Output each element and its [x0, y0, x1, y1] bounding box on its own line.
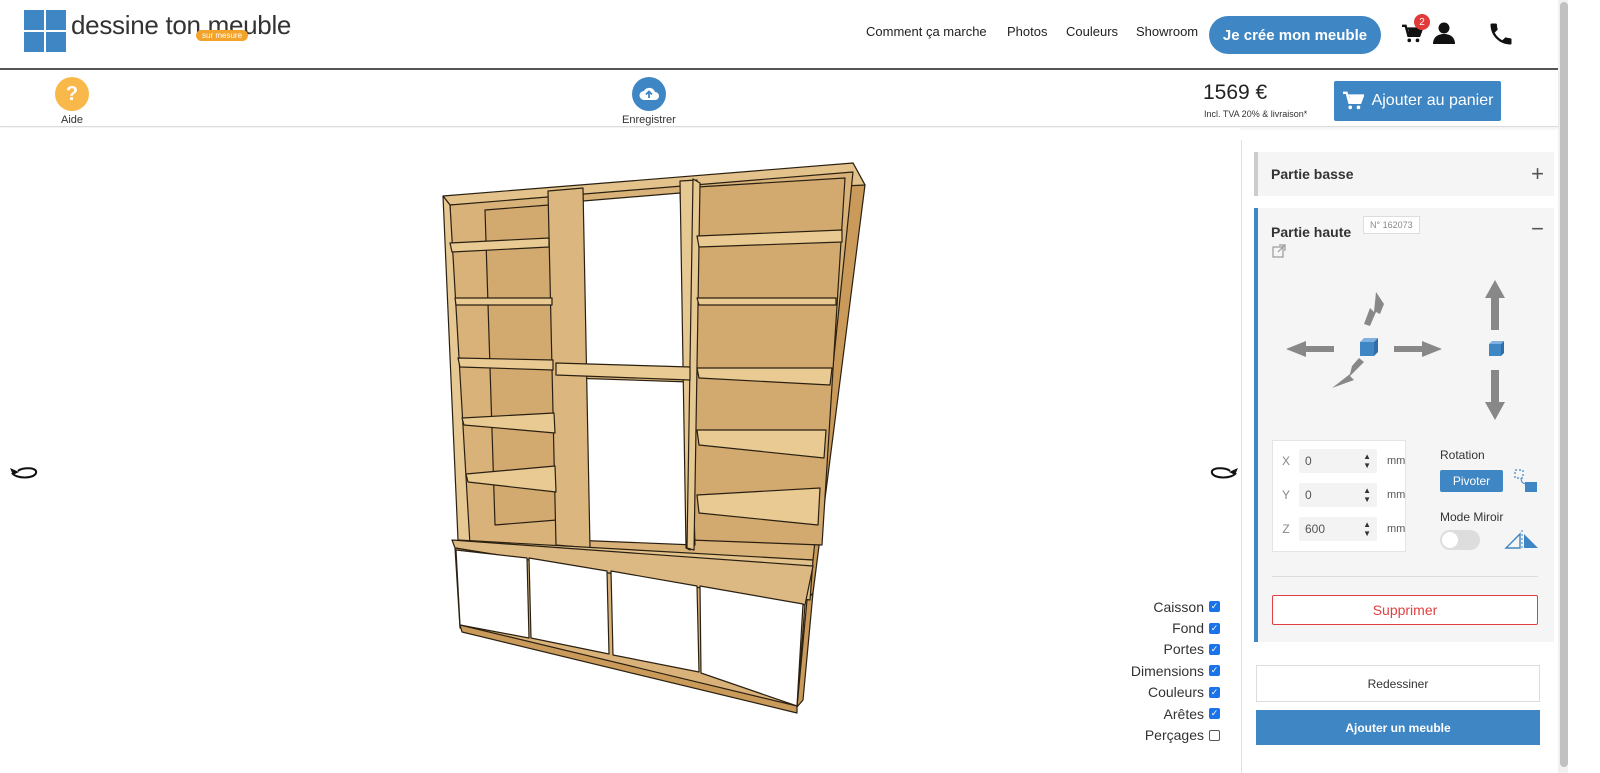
option-dimensions[interactable]: Dimensions ✓	[1131, 660, 1220, 681]
stepper-icon[interactable]: ▲ ▼	[1363, 452, 1371, 470]
expand-icon[interactable]: +	[1531, 163, 1544, 185]
coord-x-input[interactable]: 0 ▲ ▼	[1299, 449, 1377, 473]
collapse-icon[interactable]: −	[1531, 218, 1544, 240]
create-furniture-button[interactable]: Je crée mon meuble	[1209, 16, 1381, 54]
checkbox-caisson[interactable]: ✓	[1209, 601, 1220, 613]
editor-toolbar: ? Aide Enregistrer 1569 € Incl. TVA 20% …	[0, 71, 1558, 127]
divider	[1272, 576, 1538, 577]
nav-showroom[interactable]: Showroom	[1136, 24, 1198, 39]
add-furniture-button[interactable]: Ajouter un meuble	[1256, 710, 1540, 745]
rotate-right-icon[interactable]	[1208, 466, 1240, 487]
top-navbar: dessine ton meuble sur mesure Comment ça…	[0, 0, 1560, 70]
brand-logo[interactable]: dessine ton meuble	[24, 10, 291, 52]
position-inputs: X 0 ▲ ▼ mm Y 0 ▲ ▼ mm Z 600 ▲ ▼ mm	[1272, 440, 1406, 552]
coord-z-input[interactable]: 600 ▲ ▼	[1299, 517, 1377, 541]
3d-viewport[interactable]: Caisson ✓ Fond ✓ Portes ✓ Dimensions ✓ Coule…	[0, 128, 1240, 773]
scrollbar-thumb[interactable]	[1560, 2, 1568, 767]
checkbox-percages[interactable]	[1209, 729, 1220, 741]
move-xyz-control[interactable]	[1284, 278, 1454, 398]
delete-button[interactable]: Supprimer	[1272, 595, 1538, 625]
section-title: Partie haute	[1271, 224, 1352, 240]
section-title: Partie basse	[1271, 166, 1354, 182]
option-aretes[interactable]: Arêtes ✓	[1131, 703, 1220, 724]
help-label: Aide	[60, 114, 84, 126]
rotate-button[interactable]: Pivoter	[1440, 470, 1503, 492]
part-number-badge: N° 162073	[1363, 216, 1420, 234]
mirror-toggle[interactable]	[1440, 530, 1480, 550]
section-partie-haute: Partie haute N° 162073 − X 0 ▲ ▼ mm Y 0 …	[1254, 208, 1554, 642]
add-to-cart-label: Ajouter au panier	[1371, 92, 1494, 109]
redraw-button[interactable]: Redessiner	[1256, 665, 1540, 702]
logo-mark-icon	[24, 10, 66, 52]
user-icon[interactable]	[1431, 20, 1457, 46]
checkbox-couleurs[interactable]: ✓	[1209, 686, 1220, 698]
rotate-left-icon[interactable]	[8, 466, 40, 487]
price-note: Incl. TVA 20% & livraison*	[1204, 109, 1308, 119]
brand-name: dessine ton meuble	[71, 10, 292, 40]
external-link-icon[interactable]	[1272, 244, 1286, 263]
coord-y-row: Y 0 ▲ ▼ mm	[1273, 483, 1407, 507]
coord-y-input[interactable]: 0 ▲ ▼	[1299, 483, 1377, 507]
checkbox-dimensions[interactable]: ✓	[1209, 665, 1220, 677]
checkbox-portes[interactable]: ✓	[1209, 643, 1220, 655]
rotation-label: Rotation	[1440, 448, 1485, 462]
section-partie-basse[interactable]: Partie basse +	[1254, 152, 1554, 196]
price-total: 1569 €	[1203, 81, 1268, 104]
nav-how-it-works[interactable]: Comment ça marche	[866, 24, 987, 39]
furniture-3d-model[interactable]	[0, 128, 1240, 773]
stepper-icon[interactable]: ▲ ▼	[1363, 520, 1371, 538]
save-label: Enregistrer	[622, 114, 676, 126]
nav-photos[interactable]: Photos	[1007, 24, 1047, 39]
option-caisson[interactable]: Caisson ✓	[1131, 596, 1220, 617]
cart-count-badge: 2	[1414, 14, 1430, 30]
coord-z-row: Z 600 ▲ ▼ mm	[1273, 517, 1407, 541]
checkbox-aretes[interactable]: ✓	[1209, 708, 1220, 720]
cart-icon	[1342, 91, 1364, 110]
mirror-icon	[1504, 530, 1540, 555]
cart-icon[interactable]: 2	[1400, 14, 1430, 46]
cloud-upload-icon	[631, 77, 666, 111]
stepper-icon[interactable]: ▲ ▼	[1363, 486, 1371, 504]
phone-icon[interactable]	[1486, 19, 1516, 49]
nav-colors[interactable]: Couleurs	[1066, 24, 1118, 39]
option-percages[interactable]: Perçages	[1131, 724, 1220, 745]
brand-tagline: sur mesure	[196, 30, 249, 41]
checkbox-fond[interactable]: ✓	[1209, 622, 1220, 634]
coord-x-row: X 0 ▲ ▼ mm	[1273, 449, 1407, 473]
add-to-cart-button[interactable]: Ajouter au panier	[1334, 81, 1501, 121]
view-options-list: Caisson ✓ Fond ✓ Portes ✓ Dimensions ✓ Coule…	[1131, 596, 1220, 746]
help-button[interactable]: ? Aide	[55, 77, 89, 126]
option-portes[interactable]: Portes ✓	[1131, 639, 1220, 660]
option-couleurs[interactable]: Couleurs ✓	[1131, 682, 1220, 703]
option-fond[interactable]: Fond ✓	[1131, 617, 1220, 638]
move-vertical-control[interactable]	[1480, 278, 1510, 428]
save-button[interactable]: Enregistrer	[622, 77, 676, 126]
mirror-mode-label: Mode Miroir	[1440, 510, 1504, 524]
rotate-preview-icon	[1513, 468, 1539, 499]
question-icon: ?	[55, 77, 89, 111]
